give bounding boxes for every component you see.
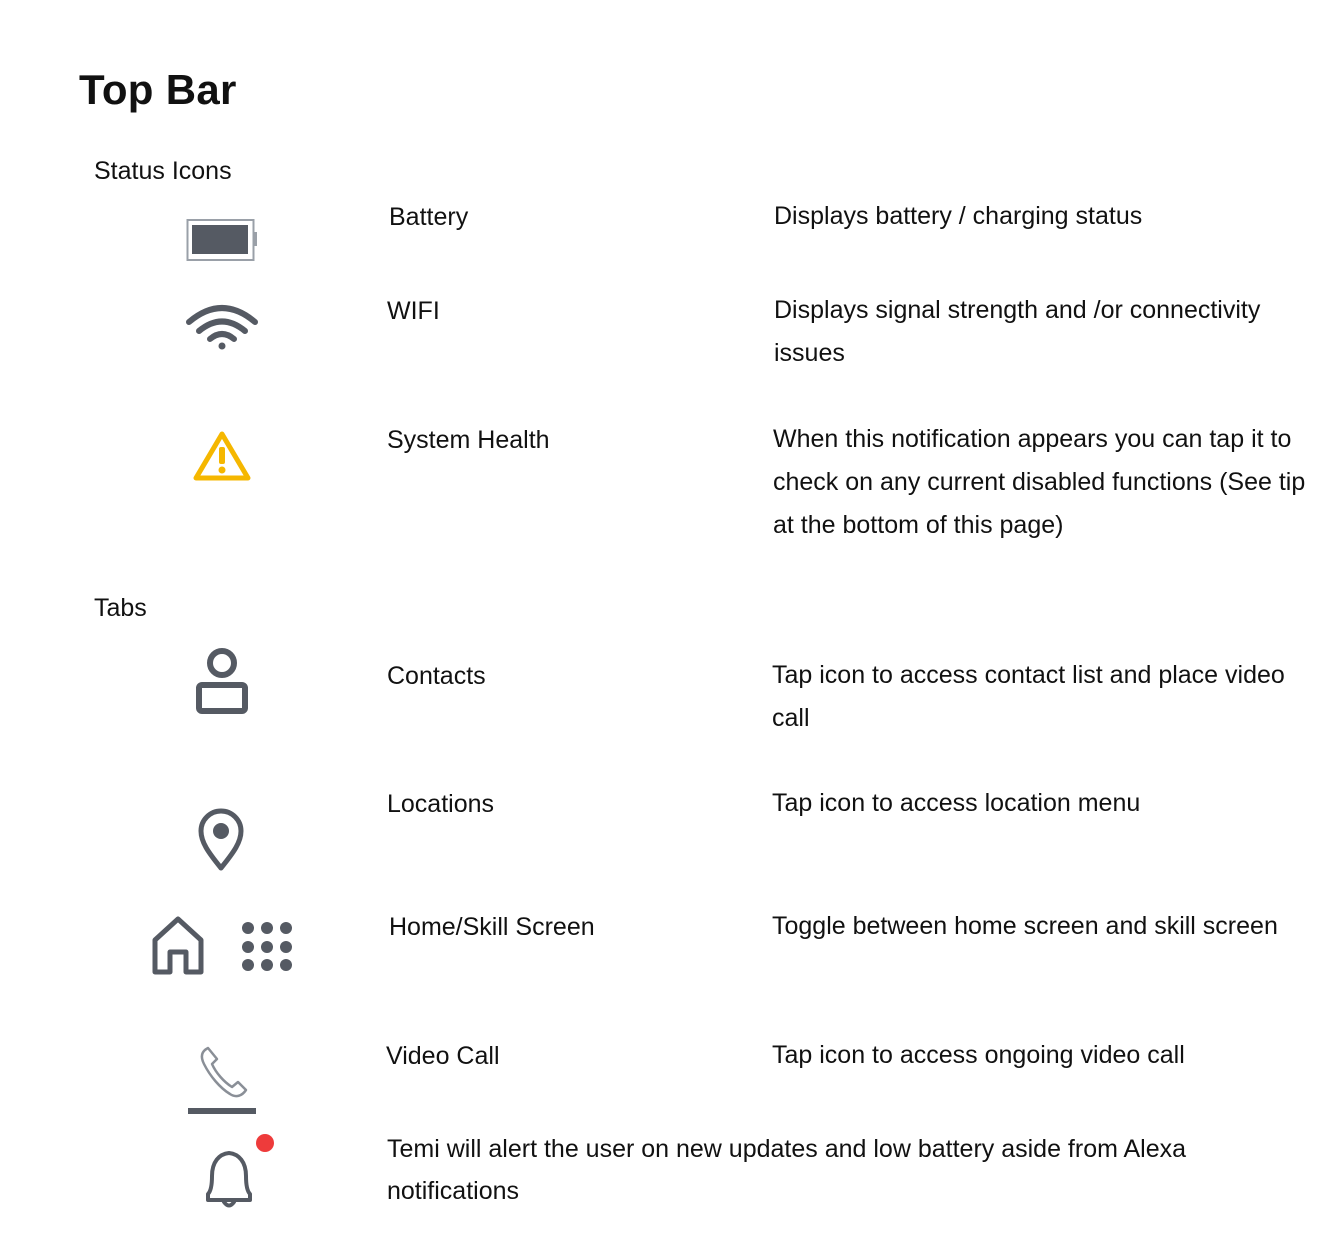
page-title: Top Bar <box>79 66 237 113</box>
status-item-description: When this notification appears you can t… <box>773 425 1306 539</box>
status-item-name: Battery <box>389 203 469 231</box>
tab-item-description: Tap icon to access ongoing video call <box>772 1041 1185 1069</box>
tab-item-description: Toggle between home screen and skill scr… <box>772 912 1278 940</box>
tab-item-description: Tap icon to access location menu <box>772 789 1141 817</box>
warning-icon <box>192 430 252 482</box>
phone-icon <box>186 1042 258 1118</box>
contacts-icon <box>194 648 250 716</box>
wifi-icon <box>186 300 258 350</box>
location-pin-icon <box>196 806 246 872</box>
notification-description: Temi will alert the user on new updates … <box>387 1135 1187 1205</box>
status-item-description: Displays battery / charging status <box>774 202 1143 230</box>
tab-item-name: Video Call <box>386 1042 500 1070</box>
grid-dots-icon <box>240 920 294 974</box>
tab-item-description: Tap icon to access contact list and plac… <box>772 661 1285 732</box>
tab-item-name: Home/Skill Screen <box>389 913 595 941</box>
section-heading-status-icons: Status Icons <box>94 157 232 185</box>
section-heading-tabs: Tabs <box>94 594 147 622</box>
status-item-name: System Health <box>387 426 550 454</box>
battery-icon <box>186 218 258 262</box>
status-item-name: WIFI <box>387 297 440 325</box>
status-item-description: Displays signal strength and /or connect… <box>774 296 1261 367</box>
bell-icon <box>200 1130 280 1210</box>
home-icon <box>150 914 206 976</box>
tab-item-name: Locations <box>387 790 495 818</box>
tab-item-name: Contacts <box>387 662 486 690</box>
